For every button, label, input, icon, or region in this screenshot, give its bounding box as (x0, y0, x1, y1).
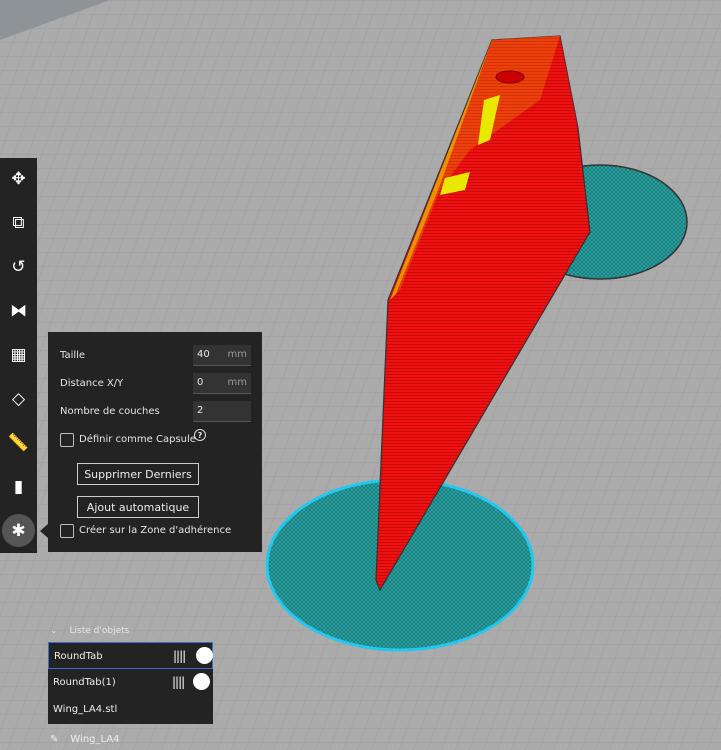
layers-input[interactable]: 2 (193, 401, 251, 422)
layers-value: 2 (197, 405, 204, 416)
size-input[interactable]: 40 mm (193, 345, 251, 366)
support-blocker-icon[interactable]: ◇ (0, 380, 37, 417)
list-item[interactable]: RoundTab |||| (48, 642, 213, 669)
extruder-icon: |||| (173, 649, 186, 663)
distance-input[interactable]: 0 mm (193, 373, 251, 394)
move-icon[interactable]: ✥ (0, 160, 37, 197)
per-model-settings-icon[interactable]: ▦ (0, 336, 37, 373)
object-name: RoundTab (54, 651, 103, 662)
measure-icon[interactable]: 📏 (0, 424, 37, 461)
list-item[interactable]: RoundTab(1) |||| (48, 669, 213, 696)
distance-unit: mm (227, 377, 247, 388)
tab-settings-panel: Taille 40 mm Distance X/Y 0 mm Nombre de c… (48, 332, 262, 552)
job-name-bar: ✎ Wing_LA4 (50, 734, 120, 745)
extruder-icon: |||| (172, 675, 185, 689)
extruder-dot-icon (196, 647, 213, 664)
extruder-dot-icon (193, 673, 210, 690)
job-name[interactable]: Wing_LA4 (70, 734, 119, 745)
remove-last-button[interactable]: Supprimer Derniers (77, 463, 199, 485)
layers-label: Nombre de couches (60, 406, 160, 417)
scale-icon[interactable]: ⧉ (0, 204, 37, 241)
tab-plus-icon[interactable]: ✱ (2, 514, 35, 547)
object-list-title: Liste d'objets (69, 626, 130, 636)
capsule-checkbox[interactable] (60, 433, 74, 447)
size-value: 40 (197, 349, 210, 360)
object-list: RoundTab |||| RoundTab(1) |||| Wing_LA4.st… (48, 642, 213, 724)
capsule-label: Définir comme Capsule (79, 434, 196, 445)
adhesion-label: Créer sur la Zone d'adhérence (79, 525, 232, 536)
size-unit: mm (227, 349, 247, 360)
panel-pointer (40, 524, 48, 538)
chevron-down-icon: ⌄ (50, 626, 58, 636)
distance-label: Distance X/Y (60, 378, 124, 389)
mirror-icon[interactable]: ⧓ (0, 292, 37, 329)
object-list-header[interactable]: ⌄ Liste d'objets (50, 626, 129, 636)
pencil-icon[interactable]: ✎ (50, 734, 58, 745)
size-label: Taille (60, 350, 86, 361)
distance-value: 0 (197, 377, 204, 388)
object-name: RoundTab(1) (53, 677, 116, 688)
adhesion-checkbox[interactable] (60, 524, 74, 538)
object-name: Wing_LA4.stl (53, 704, 118, 715)
list-item[interactable]: Wing_LA4.stl (48, 696, 213, 723)
auto-add-button[interactable]: Ajout automatique (77, 496, 199, 518)
cylinder-icon[interactable]: ▮ (0, 468, 37, 505)
tool-sidebar: ✥ ⧉ ↺ ⧓ ▦ ◇ 📏 ▮ ✱ (0, 158, 37, 553)
rotate-icon[interactable]: ↺ (0, 248, 37, 285)
help-icon[interactable]: ? (194, 429, 206, 441)
